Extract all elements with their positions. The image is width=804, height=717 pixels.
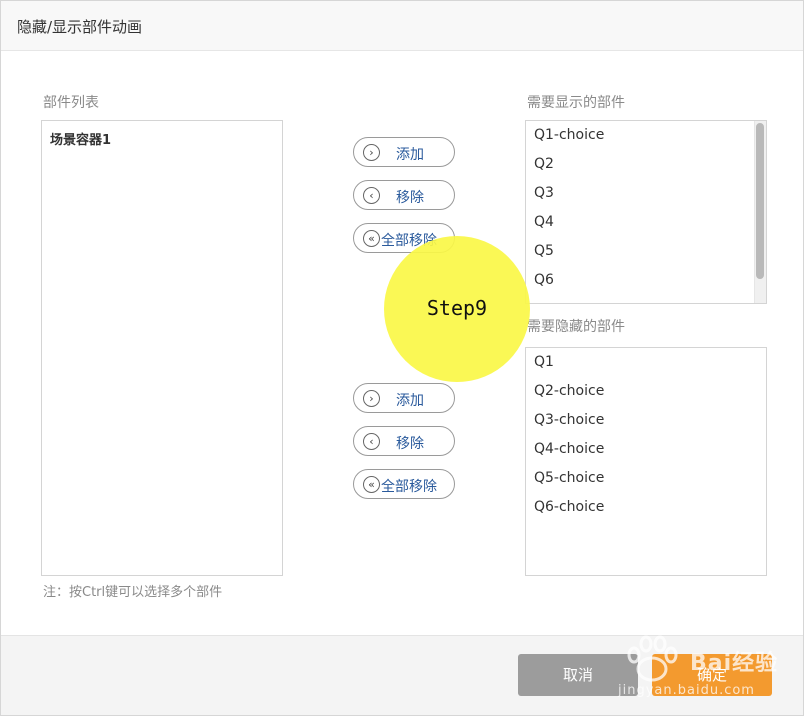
hide-list[interactable]: Q1 Q2-choice Q3-choice Q4-choice Q5-choi…	[525, 347, 767, 576]
chevron-right-circle-icon: ›	[363, 144, 380, 161]
remove-from-hide-button[interactable]: ‹ 移除	[353, 426, 455, 456]
list-item[interactable]: Q4	[534, 214, 554, 230]
hide-list-label: 需要隐藏的部件	[527, 319, 625, 335]
chevron-left-circle-icon: ‹	[363, 187, 380, 204]
list-item[interactable]: Q6	[534, 272, 554, 288]
baidu-jingyan-watermark: Bai经验 jingyan.baidu.com	[616, 629, 796, 717]
multi-select-note: 注：按Ctrl键可以选择多个部件	[43, 585, 223, 600]
remove-from-show-button[interactable]: ‹ 移除	[353, 180, 455, 210]
watermark-url: jingyan.baidu.com	[618, 683, 755, 698]
step-label: Step9	[426, 296, 488, 320]
list-item[interactable]: Q6-choice	[534, 499, 604, 515]
watermark-brand: Bai经验	[690, 651, 779, 676]
add-to-hide-button[interactable]: › 添加	[353, 383, 455, 413]
chevron-left-circle-icon: ‹	[363, 433, 380, 450]
show-list-label: 需要显示的部件	[527, 95, 625, 111]
remove-from-hide-label: 移除	[396, 436, 424, 452]
list-item[interactable]: Q5	[534, 243, 554, 259]
remove-all-from-hide-button[interactable]: « 全部移除	[353, 469, 455, 499]
list-item[interactable]: 场景容器1	[50, 129, 111, 148]
scrollbar-thumb[interactable]	[756, 123, 764, 279]
add-to-show-label: 添加	[396, 147, 424, 163]
remove-from-show-label: 移除	[396, 190, 424, 206]
list-item[interactable]: Q4-choice	[534, 441, 604, 457]
list-item[interactable]: Q1	[534, 354, 554, 370]
list-item[interactable]: Q2-choice	[534, 383, 604, 399]
list-item[interactable]: Q2	[534, 156, 554, 172]
list-item[interactable]: Q3	[534, 185, 554, 201]
show-list-scrollbar[interactable]	[754, 121, 766, 303]
add-to-hide-label: 添加	[396, 393, 424, 409]
show-list[interactable]: Q1-choice Q2 Q3 Q4 Q5 Q6	[525, 120, 767, 304]
list-item[interactable]: Q3-choice	[534, 412, 604, 428]
paw-logo-icon	[627, 635, 678, 682]
dialog-title: 隐藏/显示部件动画	[17, 18, 143, 36]
chevron-right-circle-icon: ›	[363, 390, 380, 407]
component-list-label: 部件列表	[43, 95, 99, 111]
add-to-show-button[interactable]: › 添加	[353, 137, 455, 167]
list-item[interactable]: Q5-choice	[534, 470, 604, 486]
double-chevron-left-circle-icon: «	[363, 476, 380, 493]
double-chevron-left-circle-icon: «	[363, 230, 380, 247]
remove-all-from-hide-label: 全部移除	[381, 479, 437, 495]
dialog: 隐藏/显示部件动画 部件列表 场景容器1 › 添加 ‹ 移除 « 全部移除 › …	[0, 0, 804, 716]
list-item[interactable]: Q1-choice	[534, 127, 604, 143]
dialog-titlebar: 隐藏/显示部件动画	[1, 1, 803, 51]
step-highlight: Step9	[384, 236, 530, 382]
component-list[interactable]: 场景容器1	[41, 120, 283, 576]
